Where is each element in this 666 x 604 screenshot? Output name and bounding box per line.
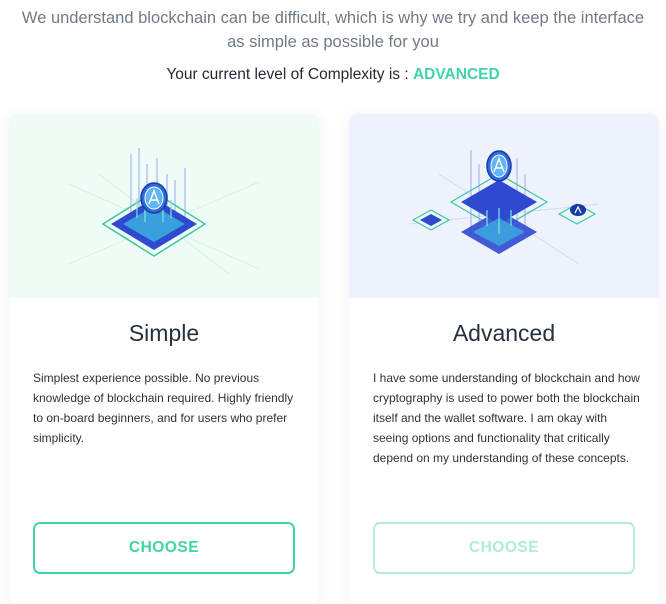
advanced-card-title: Advanced bbox=[452, 320, 556, 346]
simple-card-description: Simplest experience possible. No previou… bbox=[33, 371, 294, 445]
intro-text: We understand blockchain can be difficul… bbox=[0, 6, 666, 54]
simple-card-illustration bbox=[9, 114, 319, 298]
advanced-card-description: I have some understanding of blockchain … bbox=[373, 371, 640, 465]
advanced-card-illustration bbox=[349, 114, 659, 298]
advanced-card[interactable]: Advanced I have some understanding of bl… bbox=[349, 114, 659, 604]
blockchain-coin-icon bbox=[68, 148, 260, 275]
simple-card-title: Simple bbox=[128, 320, 200, 346]
complexity-level: Your current level of Complexity is : AD… bbox=[0, 66, 666, 84]
intro-line-1: We understand blockchain can be difficul… bbox=[21, 9, 645, 27]
choose-advanced-button[interactable]: CHOOSE bbox=[373, 522, 635, 574]
simple-card[interactable]: Simple Simplest experience possible. No … bbox=[9, 114, 319, 604]
intro-line-2: as simple as possible for you bbox=[227, 33, 439, 51]
blockchain-network-icon bbox=[408, 150, 600, 265]
choose-simple-button[interactable]: CHOOSE bbox=[33, 522, 295, 574]
complexity-level-label: Your current level of Complexity is : bbox=[166, 66, 413, 83]
complexity-level-value: ADVANCED bbox=[412, 66, 500, 83]
